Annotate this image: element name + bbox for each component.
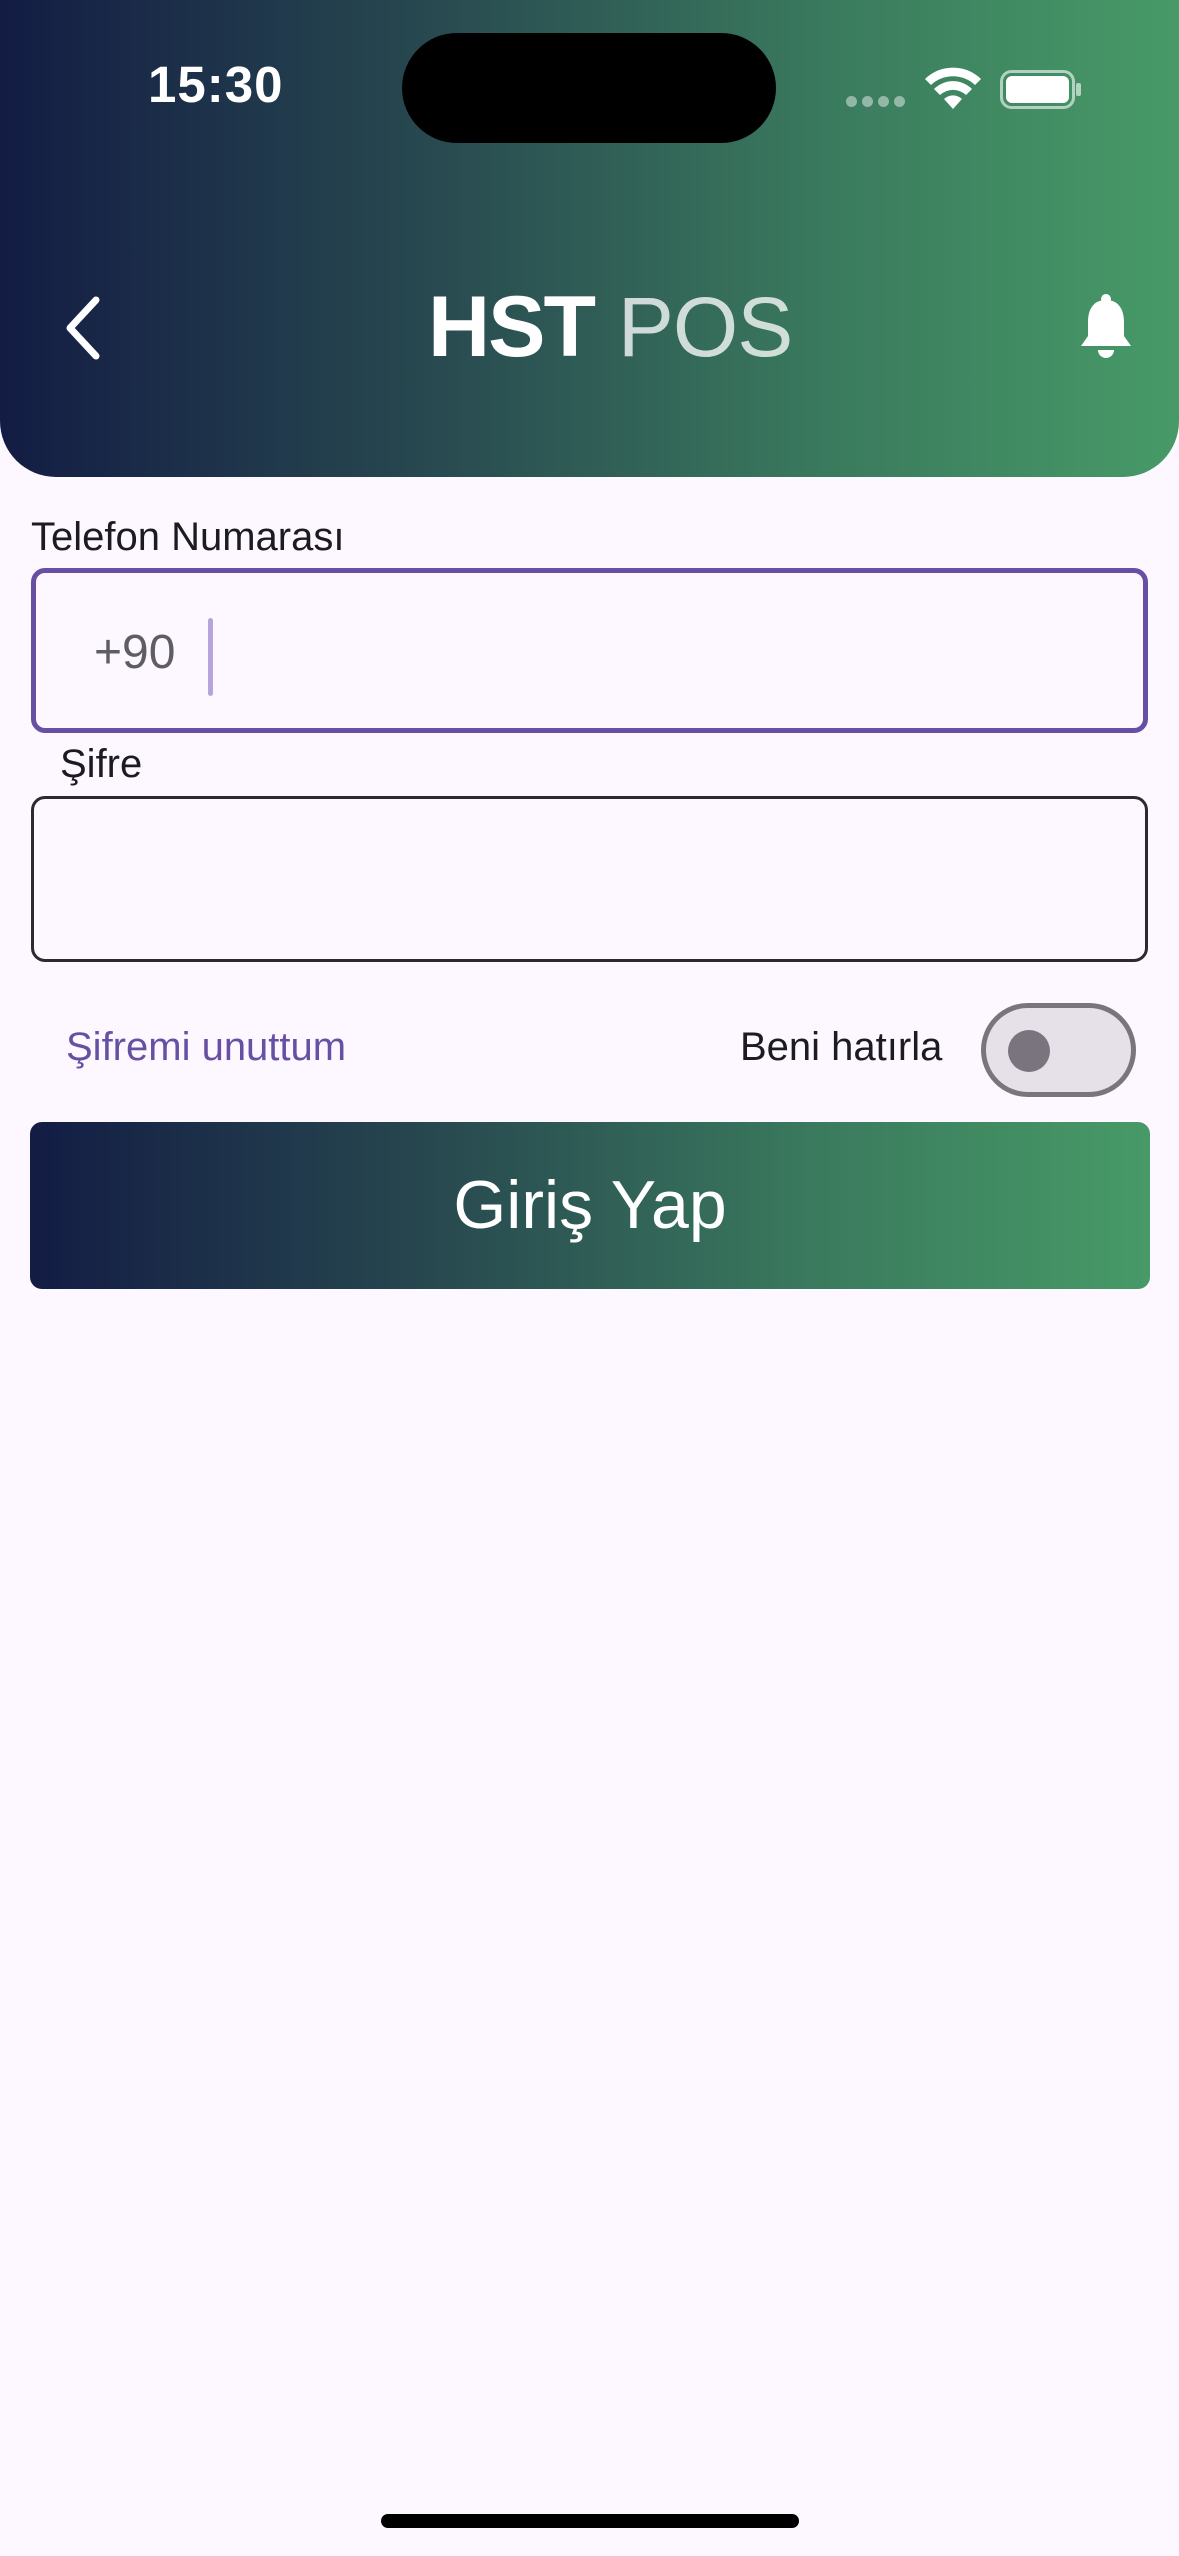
remember-me-label: Beni hatırla xyxy=(740,1025,943,1069)
app-header: 15:30 HST POS xyxy=(0,0,1179,477)
battery-icon xyxy=(1000,70,1081,109)
phone-label: Telefon Numarası xyxy=(31,515,345,559)
remember-me-toggle[interactable] xyxy=(981,1003,1136,1097)
forgot-password-link[interactable]: Şifremi unuttum xyxy=(66,1025,346,1070)
password-input[interactable] xyxy=(31,796,1148,962)
password-label: Şifre xyxy=(60,742,143,786)
logo-pos: POS xyxy=(617,280,793,374)
login-button[interactable]: Giriş Yap xyxy=(30,1122,1150,1289)
dynamic-island xyxy=(402,33,776,143)
text-cursor xyxy=(208,618,213,696)
app-logo: HST POS xyxy=(428,279,793,375)
wifi-icon xyxy=(925,67,981,109)
back-button[interactable] xyxy=(56,290,116,366)
cellular-signal-icon xyxy=(846,96,906,108)
bell-icon[interactable] xyxy=(1076,292,1136,362)
home-indicator[interactable] xyxy=(381,2514,799,2528)
country-code-prefix: +90 xyxy=(94,626,176,679)
logo-hst: HST xyxy=(428,279,596,375)
phone-input[interactable]: +90 xyxy=(31,568,1148,733)
toggle-knob xyxy=(1008,1030,1050,1072)
status-time: 15:30 xyxy=(148,56,284,113)
